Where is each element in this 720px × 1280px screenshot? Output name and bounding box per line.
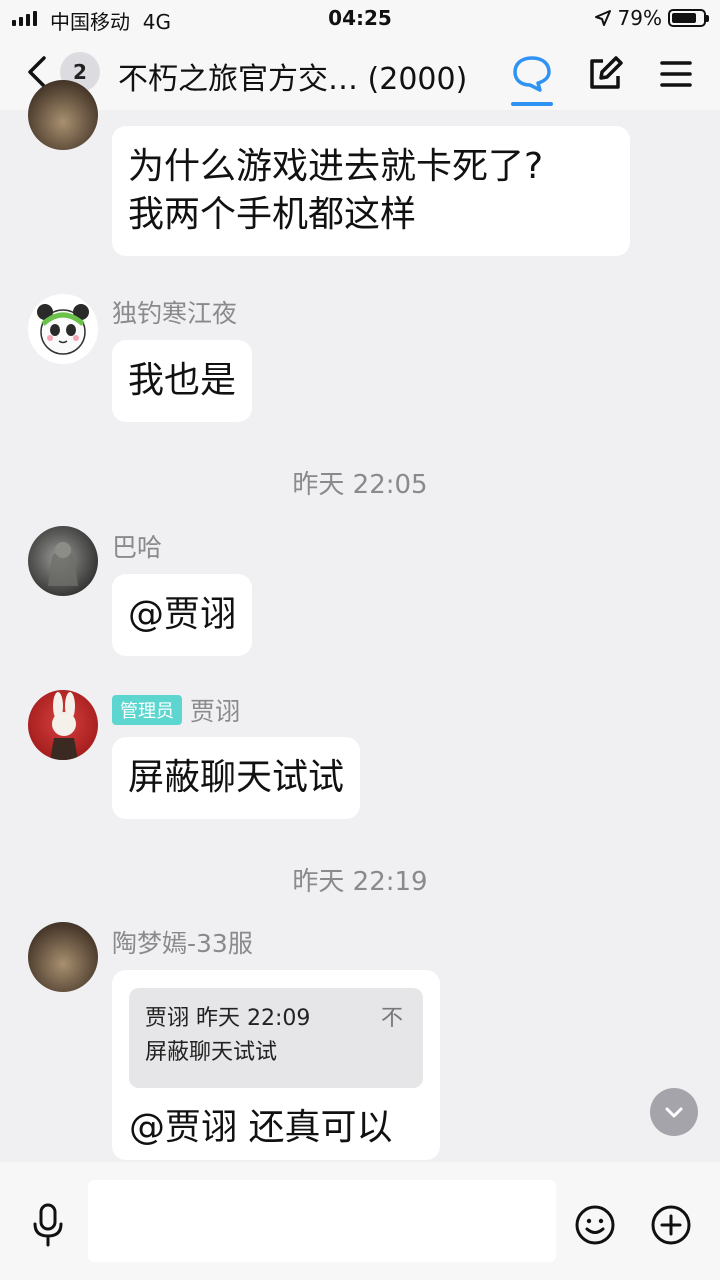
battery-fill (672, 13, 696, 23)
knight-avatar-icon (48, 542, 78, 586)
quoted-message[interactable]: 贾诩 昨天 22:09 不 屏蔽聊天试试 (129, 988, 423, 1088)
active-tab-indicator (511, 102, 553, 106)
rabbit-avatar-icon (50, 692, 78, 760)
avatar[interactable] (28, 80, 98, 150)
reply-message-bubble[interactable]: 贾诩 昨天 22:09 不 屏蔽聊天试试 @贾诩 还真可以 (112, 970, 440, 1160)
battery-percent: 79% (617, 6, 662, 30)
panda-avatar-icon (37, 304, 89, 355)
emoji-icon[interactable] (574, 1204, 616, 1246)
chat-bubble-icon[interactable] (510, 52, 554, 96)
message-bubble[interactable]: @贾诩 (112, 574, 253, 656)
quote-time: 昨天 22:09 (196, 1006, 311, 1031)
menu-icon[interactable] (654, 52, 698, 96)
group-title: 不朽之旅官方交… (2000) (118, 62, 468, 97)
sender-name: 陶梦嫣-33服 (112, 929, 253, 958)
avatar[interactable] (28, 922, 98, 992)
microphone-icon[interactable] (28, 1202, 68, 1248)
status-bar: 中国移动 4G 04:25 79% (0, 0, 720, 36)
message-bubble[interactable]: 我也是 (112, 340, 253, 422)
sender-name: 贾诩 (190, 697, 241, 726)
location-icon (594, 10, 611, 26)
avatar[interactable] (28, 294, 98, 364)
message-bubble[interactable]: 为什么游戏进去就卡死了? 我两个手机都这样 (112, 126, 630, 256)
avatar[interactable] (28, 526, 98, 596)
quote-author: 贾诩 (145, 1006, 190, 1031)
message-text-line: 我两个手机都这样 (128, 194, 417, 235)
nav-bar: 2 不朽之旅官方交… (2000) (0, 36, 720, 110)
plus-icon[interactable] (650, 1204, 692, 1246)
input-bar (0, 1162, 720, 1280)
message-text: @贾诩 还真可以 (129, 1107, 393, 1148)
message-bubble[interactable]: 屏蔽聊天试试 (112, 737, 361, 819)
timestamp: 昨天 22:19 (292, 867, 428, 897)
sender-name: 巴哈 (112, 533, 163, 562)
avatar[interactable] (28, 690, 98, 760)
timestamp: 昨天 22:05 (292, 470, 428, 500)
message-input[interactable] (88, 1180, 556, 1262)
message-text-line: 为什么游戏进去就卡死了? (128, 146, 544, 187)
quote-close-mark: 不 (380, 1006, 403, 1031)
sender-name: 独钓寒江夜 (112, 299, 238, 328)
edit-icon[interactable] (583, 52, 627, 96)
quote-text: 屏蔽聊天试试 (145, 1040, 278, 1065)
battery-icon (668, 9, 709, 27)
sender-name-row: 管理员 贾诩 (112, 692, 240, 728)
quote-header: 贾诩 昨天 22:09 (145, 1002, 407, 1036)
chevron-down-icon (665, 1107, 683, 1118)
admin-badge: 管理员 (112, 695, 182, 725)
status-right: 79% (594, 6, 709, 30)
scroll-to-bottom-button[interactable] (650, 1088, 698, 1136)
